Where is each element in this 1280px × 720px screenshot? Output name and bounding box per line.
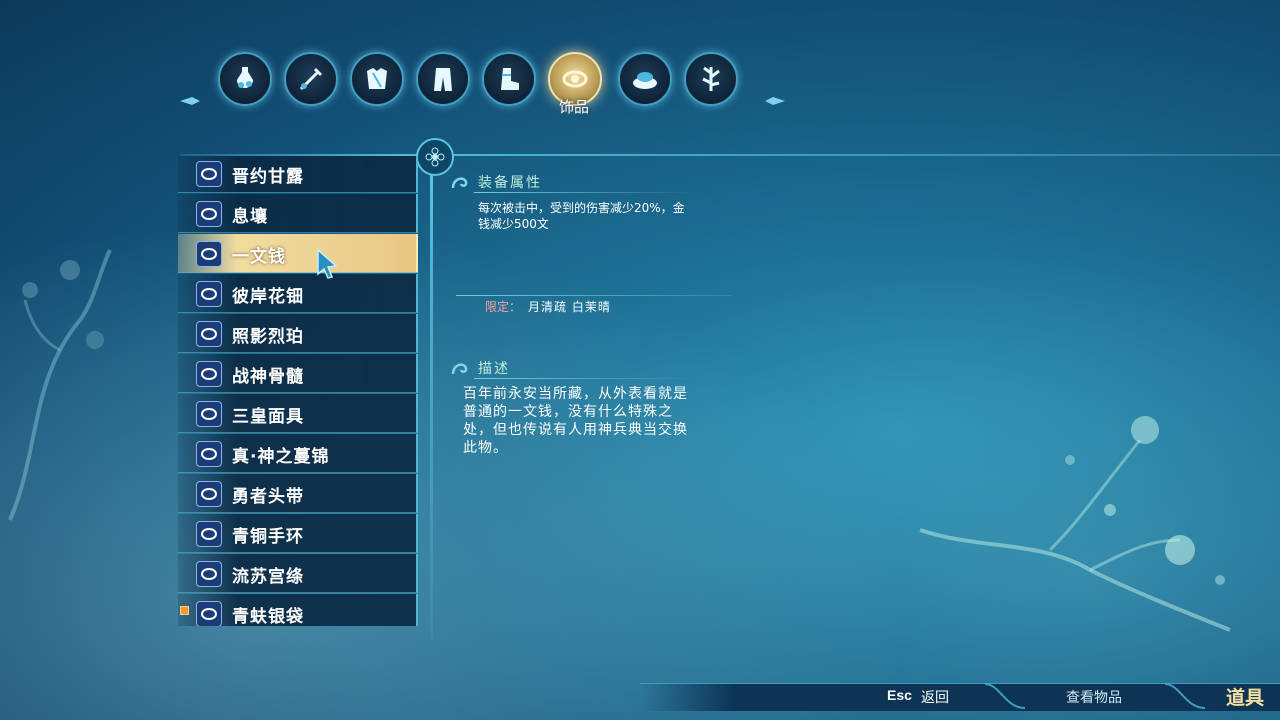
- tab-weapon[interactable]: [284, 52, 338, 106]
- list-item[interactable]: 青铜手环: [178, 514, 418, 553]
- list-item[interactable]: 战神骨髓: [178, 354, 418, 393]
- list-item-label: 青铜手环: [232, 527, 304, 547]
- material-icon: [702, 66, 720, 91]
- list-item-label: 勇者头带: [232, 487, 304, 507]
- category-bar: 饰品: [180, 52, 790, 122]
- accessory-item-icon: [196, 401, 222, 427]
- category-next-arrow-icon[interactable]: [765, 96, 785, 106]
- accessory-item-icon: [196, 361, 222, 387]
- esc-key-hint[interactable]: Esc: [887, 687, 912, 703]
- tab-boots[interactable]: [482, 52, 536, 106]
- item-list[interactable]: 晋约甘露 息壤 一文钱 彼岸花钿 照影烈珀 战神骨髓 三皇面具 真·神之蔓锦 勇…: [178, 156, 418, 626]
- tab-accessory-label: 饰品: [558, 98, 589, 116]
- list-item-label: 真·神之蔓锦: [232, 447, 330, 467]
- limit-label: 限定：: [485, 300, 522, 314]
- accessory-item-icon: [196, 521, 222, 547]
- tab-food[interactable]: [618, 52, 672, 106]
- category-prev-arrow-icon[interactable]: [180, 96, 200, 106]
- list-item[interactable]: 真·神之蔓锦: [178, 434, 418, 473]
- list-item[interactable]: 青蚨银袋: [178, 594, 418, 626]
- plum-blossom-decoration-left: [8, 249, 112, 521]
- pants-icon: [434, 68, 452, 91]
- list-item-label: 照影烈珀: [232, 327, 304, 347]
- attributes-section-header: 装备属性: [450, 170, 710, 194]
- accessory-item-icon: [196, 481, 222, 507]
- list-item[interactable]: 勇者头带: [178, 474, 418, 513]
- accessory-item-icon: [196, 561, 222, 587]
- attributes-heading: 装备属性: [478, 175, 542, 191]
- accessory-item-icon: [196, 601, 222, 626]
- list-item[interactable]: 流苏宫绦: [178, 554, 418, 593]
- wave-divider-icon: [985, 683, 1025, 709]
- accessory-item-icon: [196, 201, 222, 227]
- panel-vertical-divider: [430, 170, 433, 640]
- potion-icon: [237, 67, 253, 88]
- list-item[interactable]: 三皇面具: [178, 394, 418, 433]
- list-item-selected[interactable]: 一文钱: [178, 234, 418, 273]
- description-text: 百年前永安当所藏，从外表看就是普通的一文钱，没有什么特殊之处，但也传说有人用神兵…: [463, 386, 688, 456]
- menu-title: 道具: [1226, 687, 1265, 709]
- pointer-cursor-icon: [317, 248, 338, 279]
- list-item[interactable]: 照影烈珀: [178, 314, 418, 353]
- swirl-icon: [451, 363, 468, 375]
- accessory-item-icon: [196, 241, 222, 267]
- attributes-text: 每次被击中，受到的伤害减少20%，金钱减少500文: [478, 201, 685, 231]
- wave-divider-icon: [1165, 683, 1205, 709]
- tab-armor[interactable]: [350, 52, 404, 106]
- limit-value: 月清疏 白茉晴: [528, 300, 611, 314]
- armor-icon: [367, 68, 387, 89]
- description-section-header: 描述: [450, 356, 710, 380]
- tab-pants[interactable]: [416, 52, 470, 106]
- list-item-label: 一文钱: [232, 247, 286, 267]
- list-item-label: 晋约甘露: [232, 167, 304, 187]
- list-item-label: 息壤: [232, 207, 268, 227]
- description-heading: 描述: [478, 361, 510, 377]
- list-item[interactable]: 晋约甘露: [178, 156, 418, 193]
- list-item-label: 战神骨髓: [232, 367, 304, 387]
- limit-row: 限定： 月清疏 白茉晴: [456, 292, 736, 314]
- list-item-label: 流苏宫绦: [232, 567, 304, 587]
- accessory-item-icon: [196, 441, 222, 467]
- list-item[interactable]: 彼岸花钿: [178, 274, 418, 313]
- weapon-icon: [299, 67, 323, 91]
- accessory-item-icon: [196, 281, 222, 307]
- accessory-item-icon: [196, 161, 222, 187]
- new-item-marker: [180, 606, 189, 615]
- list-item-label: 三皇面具: [232, 407, 304, 427]
- list-item-label: 青蚨银袋: [232, 607, 304, 626]
- plum-blossom-decoration-right: [919, 416, 1231, 632]
- back-button[interactable]: 返回: [921, 687, 949, 707]
- view-item-button[interactable]: 查看物品: [1066, 687, 1122, 707]
- flower-emblem-icon: [416, 138, 454, 176]
- tab-potion[interactable]: [218, 52, 272, 106]
- tab-material[interactable]: [684, 52, 738, 106]
- list-item[interactable]: 息壤: [178, 194, 418, 233]
- accessory-item-icon: [196, 321, 222, 347]
- food-icon: [633, 72, 657, 89]
- accessory-icon: [562, 70, 588, 88]
- list-item-label: 彼岸花钿: [232, 287, 304, 307]
- swirl-icon: [451, 177, 468, 189]
- boots-icon: [501, 68, 519, 90]
